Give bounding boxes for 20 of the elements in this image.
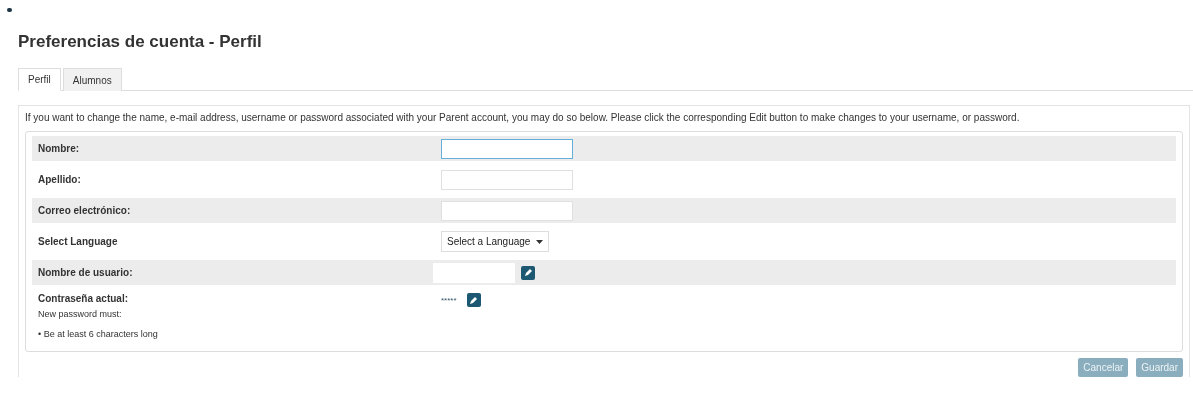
hint-text: New password must: [38,309,123,319]
rule-text: • Be at least 6 characters long [38,329,159,339]
field-label: Select Language [38,236,119,247]
field-label: Nombre: [38,143,81,154]
input-field[interactable] [441,138,573,159]
page-title: Preferencias de cuenta - Perfil [18,32,263,52]
field-label: Correo electrónico: [38,205,132,216]
intro-text: If you want to change the name, e-mail address, username or password associated with your Parent account, you may do so below. Please click the corresponding Edit button to make changes to your username, or password. [25,112,1021,123]
field-label: Nombre de usuario: [38,267,134,278]
pencil-icon [469,295,479,305]
edit-button[interactable] [466,293,481,307]
field-label: Apellido: [38,174,82,185]
tab[interactable]: Alumnos [62,68,122,91]
pencil-icon [523,268,533,277]
language-select[interactable]: Select a Language [441,231,550,252]
tab[interactable]: Perfil [18,68,61,91]
password-value: ***** [441,295,457,305]
edit-button[interactable] [521,265,535,280]
caret-icon [536,239,544,244]
field-label: Contraseña actual: [38,293,130,304]
